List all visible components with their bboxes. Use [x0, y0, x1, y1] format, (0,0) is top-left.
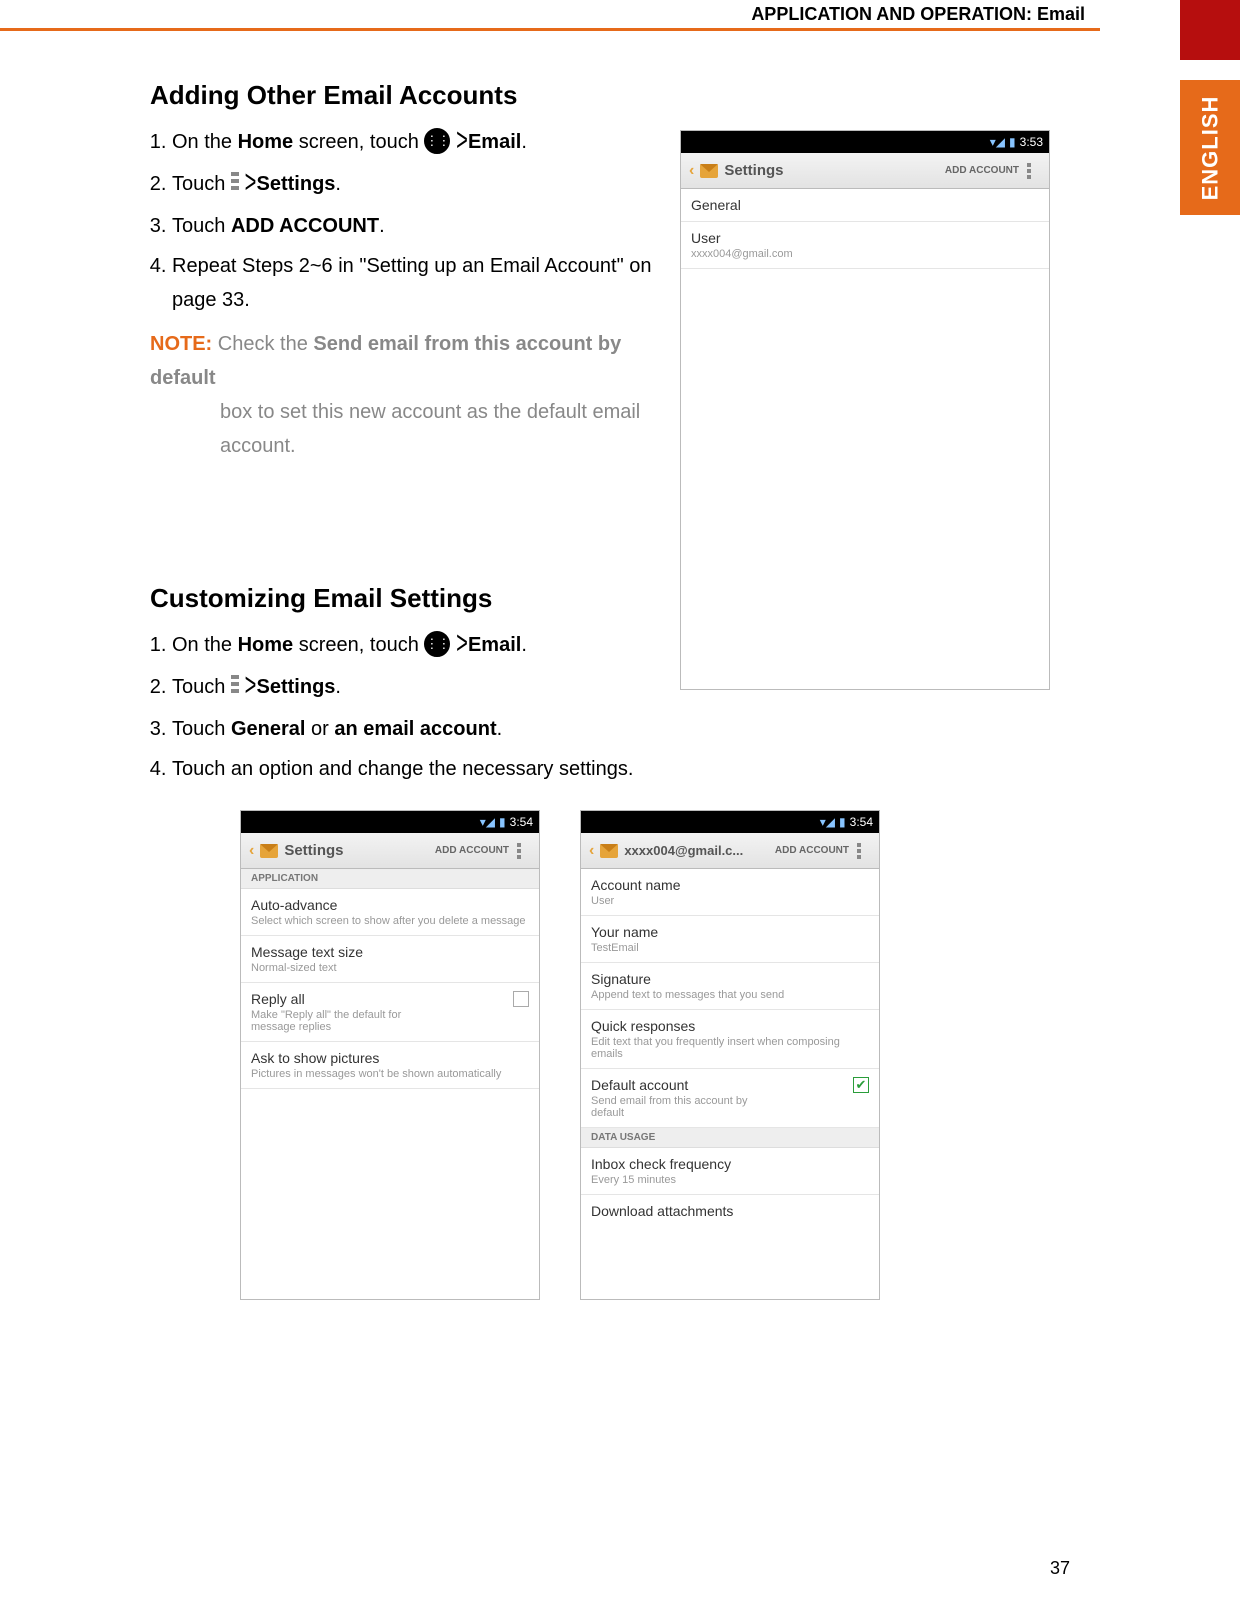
header-title: APPLICATION AND OPERATION: Email: [751, 4, 1085, 25]
overflow-menu-icon[interactable]: [857, 843, 871, 859]
step-item: On the Home screen, touch > Email.: [172, 628, 1110, 664]
screenshot-general-settings: ▾◢▮3:54 ‹Settings ADD ACCOUNT APPLICATIO…: [240, 810, 540, 1300]
app-bar: ‹xxxx004@gmail.c... ADD ACCOUNT: [581, 833, 879, 869]
section-heading: Customizing Email Settings: [150, 583, 1110, 614]
app-bar: ‹Settings ADD ACCOUNT: [241, 833, 539, 869]
overflow-menu-icon: [231, 675, 239, 696]
list-item[interactable]: Auto-advanceSelect which screen to show …: [241, 889, 539, 936]
step-item: Repeat Steps 2~6 in "Setting up an Email…: [172, 249, 660, 317]
list-item[interactable]: Ask to show picturesPictures in messages…: [241, 1042, 539, 1089]
apps-grid-icon: [424, 631, 450, 657]
list-item[interactable]: Reply allMake "Reply all" the default fo…: [241, 983, 539, 1042]
overflow-menu-icon: [231, 172, 239, 193]
note-block: NOTE: Check the Send email from this acc…: [150, 327, 660, 463]
list-item[interactable]: Download attachments: [581, 1195, 879, 1227]
steps-list: On the Home screen, touch > Email. Touch…: [172, 628, 1110, 786]
list-section-header: APPLICATION: [241, 869, 539, 889]
section-heading: Adding Other Email Accounts: [150, 80, 1110, 111]
list-section-header: DATA USAGE: [581, 1128, 879, 1148]
mail-icon: [260, 844, 278, 858]
list-item[interactable]: Quick responsesEdit text that you freque…: [581, 1010, 879, 1069]
checkbox-icon[interactable]: ✔: [853, 1077, 869, 1093]
status-bar: ▾◢▮3:54: [581, 811, 879, 833]
list-item[interactable]: Inbox check frequencyEvery 15 minutes: [581, 1148, 879, 1195]
header-accent-line: [0, 28, 1100, 31]
status-bar: ▾◢▮3:54: [241, 811, 539, 833]
overflow-menu-icon[interactable]: [517, 843, 531, 859]
apps-grid-icon: [424, 128, 450, 154]
list-item[interactable]: Your nameTestEmail: [581, 916, 879, 963]
add-account-button[interactable]: ADD ACCOUNT: [435, 845, 509, 856]
step-item: Touch > Settings.: [172, 670, 1110, 706]
step-item: Touch General or an email account.: [172, 712, 1110, 746]
step-item: On the Home screen, touch > Email.: [172, 125, 660, 161]
list-item[interactable]: SignatureAppend text to messages that yo…: [581, 963, 879, 1010]
list-item[interactable]: Default accountSend email from this acco…: [581, 1069, 879, 1128]
page-number: 37: [1050, 1558, 1070, 1579]
corner-block: [1180, 0, 1240, 60]
list-item[interactable]: Account nameUser: [581, 869, 879, 916]
step-item: Touch ADD ACCOUNT.: [172, 209, 660, 243]
language-tab: ENGLISH: [1180, 80, 1240, 215]
step-item: Touch > Settings.: [172, 167, 660, 203]
checkbox-icon[interactable]: [513, 991, 529, 1007]
mail-icon: [600, 844, 618, 858]
step-item: Touch an option and change the necessary…: [172, 752, 1110, 786]
add-account-button[interactable]: ADD ACCOUNT: [775, 845, 849, 856]
list-item[interactable]: Message text sizeNormal-sized text: [241, 936, 539, 983]
steps-list: On the Home screen, touch > Email. Touch…: [172, 125, 660, 317]
screenshot-account-settings: ▾◢▮3:54 ‹xxxx004@gmail.c... ADD ACCOUNT …: [580, 810, 880, 1300]
